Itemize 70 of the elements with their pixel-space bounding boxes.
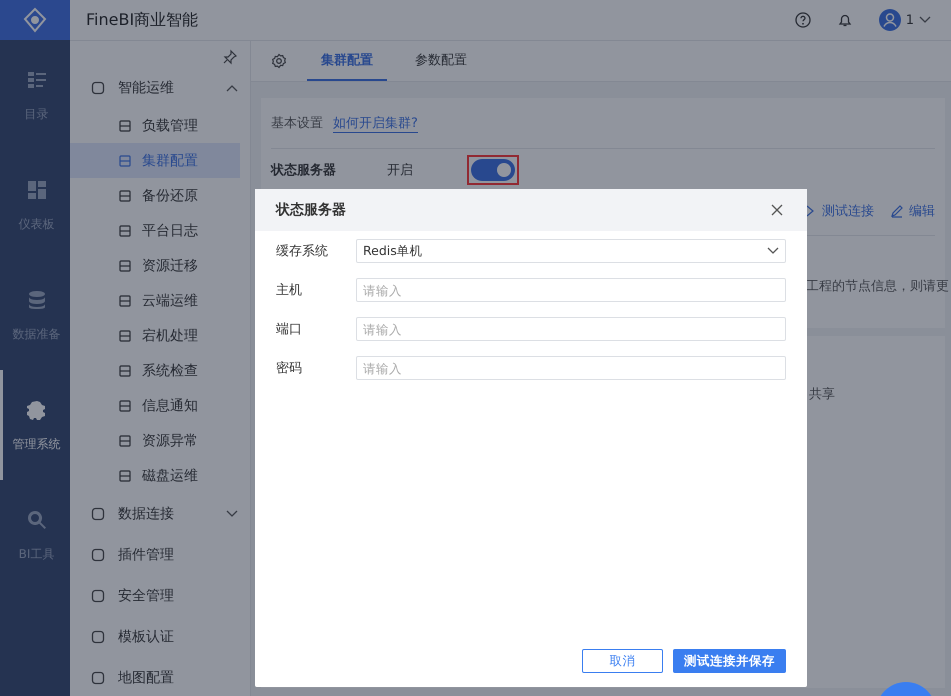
chevron-down-icon [919,16,931,24]
menu-item-icon [90,80,106,96]
menu-item-icon [118,468,132,482]
chevron-icon [226,84,238,92]
sidebar-item[interactable]: 宕机处理 [70,318,250,353]
sidebar-item[interactable]: 平台日志 [70,213,250,248]
sidebar-group[interactable]: 模板认证 [70,616,250,657]
app-logo[interactable] [0,0,70,40]
menu-item-icon [118,188,132,202]
input-field[interactable]: 请输入 [356,356,786,380]
sidebar-item[interactable]: 备份还原 [70,178,250,213]
menu-item-icon [118,224,132,238]
help-icon[interactable] [794,12,811,28]
menu-item-icon [90,506,106,522]
chevron-down-icon [767,247,779,255]
sidebar-group[interactable]: 数据连接 [70,493,250,534]
save-button[interactable]: 测试连接并保存 [673,649,786,673]
field-label: 端口 [276,321,303,338]
action-link[interactable]: 测试连接 [803,202,874,220]
sidebar-item[interactable]: 磁盘运维 [70,458,250,493]
sidebar-item[interactable]: 负载管理 [70,108,250,143]
settings-icon[interactable] [271,53,287,69]
field-label: 主机 [276,282,303,299]
app-title: FineBI商业智能 [86,10,198,30]
action-link[interactable]: 编辑 [890,202,935,220]
input-field[interactable]: 请输入 [356,317,786,341]
sidebar-item[interactable]: 信息通知 [70,388,250,423]
dialog-title: 状态服务器 [276,201,346,219]
sidebar-item[interactable]: 集群配置 [70,143,240,178]
menu-item-icon [90,628,106,644]
sidebar-item[interactable]: 系统检查 [70,353,250,388]
status-text: 开启 [387,162,414,179]
avatar-icon [878,9,901,31]
menu-item-icon [118,364,132,378]
help-link[interactable]: 如何开启集群? [333,114,418,132]
menu-item-icon [118,434,132,448]
field-label: 缓存系统 [276,243,329,260]
note-text: 共享 [809,386,835,403]
sidebar-group[interactable]: 插件管理 [70,534,250,575]
select-field[interactable]: Redis单机 [356,239,786,263]
user-menu[interactable]: 1 [878,9,931,31]
section-label: 基本设置 [271,115,323,132]
sidebar-item[interactable]: 资源异常 [70,423,250,458]
menu-item-icon [118,154,132,168]
cancel-button[interactable]: 取消 [582,649,663,673]
action-icon [890,204,904,218]
sidebar-group[interactable]: 地图配置 [70,657,250,696]
pin-icon[interactable] [222,49,238,65]
sidebar-group[interactable]: 智能运维 [70,67,250,108]
note-text: 工程的节点信息，则请更 [806,278,949,295]
input-field[interactable]: 请输入 [356,278,786,302]
bell-icon[interactable] [836,12,853,28]
menu-item-icon [118,118,132,132]
menu-item-icon [118,398,132,412]
menu-item-icon [118,294,132,308]
menu-item-icon [118,258,132,272]
sidebar-item[interactable]: 资源迁移 [70,248,250,283]
chevron-icon [226,510,238,518]
menu-item-icon [90,588,106,604]
menu-item-icon [118,328,132,342]
menu-item-icon [90,670,106,686]
sidebar-item[interactable]: 云端运维 [70,283,250,318]
menu-item-icon [90,546,106,562]
logo-icon [21,6,49,34]
field-label: 状态服务器 [271,162,337,179]
tab[interactable]: 集群配置 [307,41,387,81]
field-label: 密码 [276,360,303,377]
tab[interactable]: 参数配置 [401,41,481,81]
close-icon[interactable] [771,204,783,216]
sidebar-group[interactable]: 安全管理 [70,575,250,616]
